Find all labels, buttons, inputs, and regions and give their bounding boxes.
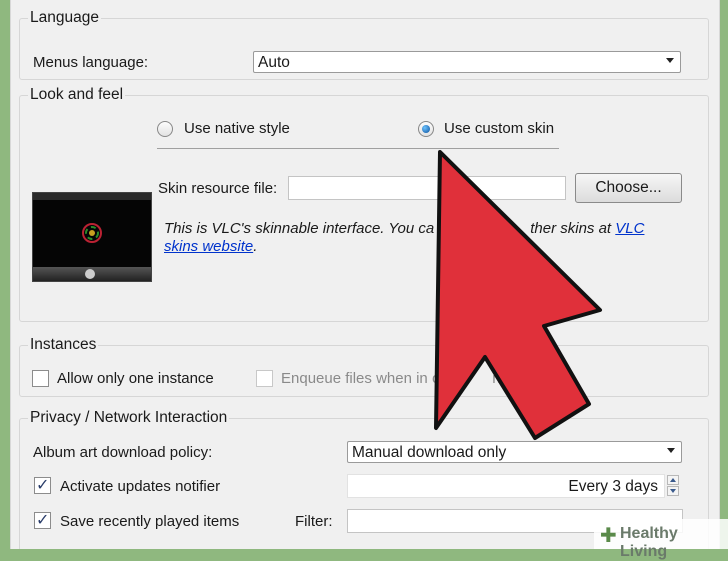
skin-description: This is VLC's skinnable interface. You c… xyxy=(164,220,644,237)
skin-description-text-2: ther skins at xyxy=(530,220,616,237)
custom-skin-label: Use custom skin xyxy=(444,120,555,137)
chevron-down-icon xyxy=(666,58,674,63)
instances-group: Instances Allow only one instance Enqueu… xyxy=(19,336,709,397)
language-group-title: Language xyxy=(28,9,101,27)
watermark: ✚ Healthy Living xyxy=(594,519,728,560)
enqueue-label-tail: nc xyxy=(492,370,509,387)
one-instance-checkbox[interactable] xyxy=(32,370,49,387)
album-art-label: Album art download policy: xyxy=(33,444,213,461)
menus-language-select[interactable]: Auto xyxy=(253,51,681,73)
updates-interval-spinner[interactable] xyxy=(666,475,680,497)
updates-checkbox[interactable]: ✓ xyxy=(34,477,51,494)
privacy-group-title: Privacy / Network Interaction xyxy=(28,409,230,427)
menus-language-value: Auto xyxy=(258,54,290,71)
plus-leaf-icon: ✚ xyxy=(600,525,617,547)
updates-interval-value: Every 3 days xyxy=(568,478,658,495)
recent-items-checkbox[interactable]: ✓ xyxy=(34,512,51,529)
recent-items-label: Save recently played items xyxy=(60,513,240,530)
native-style-label: Use native style xyxy=(184,120,290,137)
instances-group-title: Instances xyxy=(28,336,99,354)
checkmark-icon: ✓ xyxy=(36,477,50,494)
checkmark-icon: ✓ xyxy=(36,512,50,529)
album-art-value: Manual download only xyxy=(352,444,507,461)
skin-description-end: . xyxy=(253,238,258,255)
one-instance-label: Allow only one instance xyxy=(57,370,214,387)
radio-divider xyxy=(157,148,559,149)
skin-file-label: Skin resource file: xyxy=(158,180,278,197)
spin-up-icon[interactable] xyxy=(667,475,679,485)
vlc-link[interactable]: VLC xyxy=(615,220,644,237)
album-art-select[interactable]: Manual download only xyxy=(347,441,682,463)
enqueue-checkbox[interactable] xyxy=(256,370,273,387)
chevron-down-icon xyxy=(667,448,675,453)
enqueue-label: Enqueue files when in o nc xyxy=(281,370,508,387)
native-style-radio[interactable] xyxy=(157,121,173,137)
updates-interval-input[interactable]: Every 3 days xyxy=(347,474,665,498)
filter-label: Filter: xyxy=(295,513,333,530)
watermark-brand: Healthy Living xyxy=(620,525,678,560)
skins-website-link[interactable]: skins website xyxy=(164,238,253,255)
skin-description-line2: skins website. xyxy=(164,238,257,255)
spin-down-icon[interactable] xyxy=(667,486,679,496)
custom-skin-radio[interactable] xyxy=(418,121,434,137)
skin-file-input[interactable] xyxy=(288,176,566,200)
updates-label: Activate updates notifier xyxy=(60,478,221,495)
preferences-panel: Language Menus language: Auto Look and f… xyxy=(10,0,720,549)
skin-description-text: This is VLC's skinnable interface. You c… xyxy=(164,220,435,237)
language-group: Language Menus language: Auto xyxy=(19,9,709,80)
menus-language-label: Menus language: xyxy=(33,54,149,71)
skin-preview-image xyxy=(32,192,152,282)
look-feel-group-title: Look and feel xyxy=(28,86,126,104)
look-feel-group: Look and feel Use native style Use custo… xyxy=(19,86,709,322)
choose-button[interactable]: Choose... xyxy=(575,173,682,203)
preview-controls xyxy=(33,267,151,281)
enqueue-label-text: Enqueue files when in o xyxy=(281,370,441,387)
